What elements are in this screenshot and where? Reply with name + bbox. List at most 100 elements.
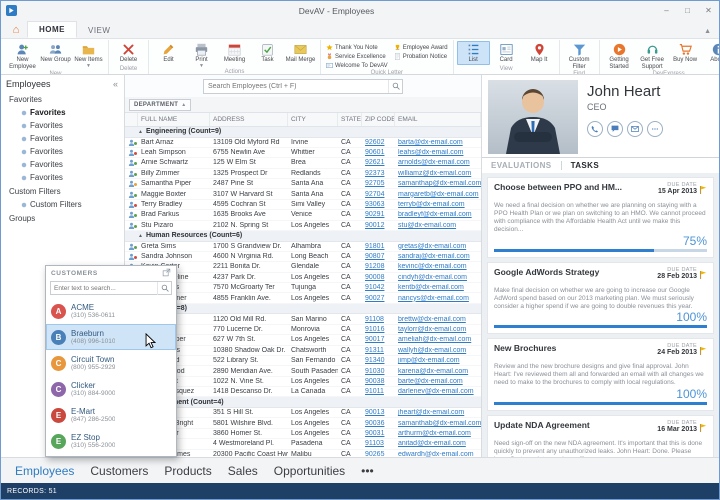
cell-zip-link[interactable]: 91103 xyxy=(362,440,395,447)
table-row[interactable]: Kent Brooks 7570 McGroarty Ter Tujunga C… xyxy=(125,283,481,293)
map-it-button[interactable]: Map It xyxy=(523,41,556,65)
maximize-button[interactable]: □ xyxy=(677,1,698,20)
tree-item[interactable]: Favorites xyxy=(1,132,124,145)
cell-zip-link[interactable]: 90008 xyxy=(362,274,395,281)
column-header-email[interactable]: EMAIL xyxy=(395,113,481,126)
tree-section-label[interactable]: Custom Filters xyxy=(1,184,124,198)
cell-email-link[interactable]: leahs@dx-email.com xyxy=(395,149,481,156)
table-row[interactable]: Bart Everett 1022 N. Vine St. Los Angele… xyxy=(125,377,481,387)
table-row[interactable]: Brad Farkus 1635 Brooks Ave Venice CA 90… xyxy=(125,210,481,220)
new-items-button[interactable]: New Items ▼ xyxy=(72,41,105,69)
meeting-button[interactable]: Meeting xyxy=(218,41,251,65)
delete-button[interactable]: Delete xyxy=(112,41,145,65)
about-button[interactable]: About xyxy=(702,41,719,65)
thank-you-note-item[interactable]: Thank You Note xyxy=(326,43,388,52)
task-card[interactable]: Update NDA Agreement DUE DATE 16 Mar 201… xyxy=(487,415,714,457)
cell-email-link[interactable]: gretas@dx-email.com xyxy=(395,243,481,250)
task-card[interactable]: Google AdWords Strategy DUE DATE 28 Feb … xyxy=(487,262,714,335)
minimize-button[interactable]: – xyxy=(656,1,677,20)
collapse-ribbon-icon[interactable]: ▲ xyxy=(696,28,719,38)
group-by-department-chip[interactable]: DEPARTMENT ▲ xyxy=(129,99,191,111)
more-button[interactable] xyxy=(647,121,663,137)
column-header-state[interactable]: STATE xyxy=(338,113,362,126)
cell-email-link[interactable]: wallyh@dx-email.com xyxy=(395,347,481,354)
group-row[interactable]: ▲ Management (Count=4) xyxy=(125,397,481,408)
cell-zip-link[interactable]: 91801 xyxy=(362,243,395,250)
new-employee-button[interactable]: New Employee xyxy=(6,41,39,71)
welcome-to-devav-item[interactable]: Welcome To DevAV xyxy=(326,61,388,70)
cell-zip-link[interactable]: 90265 xyxy=(362,451,395,457)
search-input[interactable] xyxy=(204,83,388,90)
view-card-button[interactable]: Card xyxy=(490,41,523,65)
cell-email-link[interactable]: cindyh@dx-email.com xyxy=(395,274,481,281)
cell-email-link[interactable]: taylorr@dx-email.com xyxy=(395,326,481,333)
new-group-button[interactable]: New Group xyxy=(39,41,72,65)
popout-icon[interactable] xyxy=(162,265,171,282)
cell-email-link[interactable]: kentb@dx-email.com xyxy=(395,284,481,291)
tab-view[interactable]: VIEW xyxy=(77,23,121,38)
cell-zip-link[interactable]: 90027 xyxy=(362,295,395,302)
task-button[interactable]: Task xyxy=(251,41,284,65)
cell-email-link[interactable]: kevinc@dx-email.com xyxy=(395,263,481,270)
cell-zip-link[interactable]: 90013 xyxy=(362,409,395,416)
group-row[interactable]: ▲ Engineering (Count=9) xyxy=(125,127,481,138)
table-row[interactable]: Greta Sims 1700 S Grandview Dr. Alhambra… xyxy=(125,242,481,252)
tree-section-label[interactable]: Favorites xyxy=(1,92,124,106)
table-row[interactable]: Stu Pizaro 2102 N. Spring St Los Angeles… xyxy=(125,221,481,231)
cell-email-link[interactable]: margaretb@dx-email.com xyxy=(395,191,481,198)
cell-email-link[interactable]: brettw@dx-email.com xyxy=(395,316,481,323)
cell-email-link[interactable]: stu@dx-email.com xyxy=(395,222,481,229)
cell-email-link[interactable]: anitad@dx-email.com xyxy=(395,440,481,447)
service-excellence-item[interactable]: Service Excellence xyxy=(326,52,388,61)
column-header-full-name[interactable]: FULL NAME xyxy=(138,113,210,126)
popup-search-input[interactable] xyxy=(51,285,157,292)
app-menu-button[interactable]: ⌂ xyxy=(5,23,27,38)
cell-zip-link[interactable]: 90017 xyxy=(362,336,395,343)
table-row[interactable]: Billy Zimmer 1325 Prospect Dr Redlands C… xyxy=(125,169,481,179)
cell-email-link[interactable]: ameliah@dx-email.com xyxy=(395,336,481,343)
cell-zip-link[interactable]: 92621 xyxy=(362,159,395,166)
table-row[interactable]: Cindy Haneline 4237 Park Dr. Los Angeles… xyxy=(125,273,481,283)
get-free-support-button[interactable]: Get Free Support xyxy=(636,41,669,71)
cell-email-link[interactable]: sandraj@dx-email.com xyxy=(395,253,481,260)
table-row[interactable]: John Heart 351 S Hill St. Los Angeles CA… xyxy=(125,408,481,418)
cell-zip-link[interactable]: 92704 xyxy=(362,191,395,198)
cell-email-link[interactable]: williamz@dx-email.com xyxy=(395,170,481,177)
search-button[interactable] xyxy=(388,80,402,93)
table-row[interactable]: Amelia Harper 627 W 7th St. Los Angeles … xyxy=(125,335,481,345)
custom-filter-button[interactable]: Custom Filter xyxy=(563,41,596,71)
tree-item[interactable]: Favorites xyxy=(1,171,124,184)
close-button[interactable]: ✕ xyxy=(698,1,719,20)
nav-item[interactable]: ••• xyxy=(353,464,382,478)
list-item[interactable]: C Clicker (310) 884-9000 xyxy=(46,376,176,402)
tree-section-label[interactable]: Groups xyxy=(1,211,124,225)
cell-email-link[interactable]: bradleyf@dx-email.com xyxy=(395,211,481,218)
buy-now-button[interactable]: Buy Now xyxy=(669,41,702,65)
cell-zip-link[interactable]: 91340 xyxy=(362,357,395,364)
table-row[interactable]: Anita Dunn 4 Westmoreland Pl. Pasadena C… xyxy=(125,439,481,449)
tree-item[interactable]: Favorites xyxy=(1,119,124,132)
list-item[interactable]: C Circuit Town (800) 955-2929 xyxy=(46,350,176,376)
cell-email-link[interactable]: darlenev@dx-email.com xyxy=(395,388,481,395)
email-button[interactable] xyxy=(627,121,643,137)
column-header-address[interactable]: ADDRESS xyxy=(210,113,288,126)
cell-zip-link[interactable]: 90036 xyxy=(362,420,395,427)
table-row[interactable]: Brett Wade 1120 Old Mill Rd. San Marino … xyxy=(125,314,481,324)
group-row[interactable]: ▲ Human Resources (Count=6) xyxy=(125,231,481,242)
cell-zip-link[interactable]: 91030 xyxy=(362,368,395,375)
table-row[interactable]: Bart Arnaz 13109 Old Myford Rd Irvine CA… xyxy=(125,138,481,148)
cell-email-link[interactable]: edwardh@dx-email.com xyxy=(395,451,481,457)
cell-zip-link[interactable]: 91011 xyxy=(362,388,395,395)
cell-zip-link[interactable]: 90031 xyxy=(362,430,395,437)
cell-email-link[interactable]: barte@dx-email.com xyxy=(395,378,481,385)
table-row[interactable]: Maggie Boxter 3107 W Harvard St Santa An… xyxy=(125,189,481,199)
cell-email-link[interactable]: karena@dx-email.com xyxy=(395,368,481,375)
list-item[interactable]: E EZ Stop (310) 556-2000 xyxy=(46,428,176,454)
table-row[interactable]: Wally Hobbs 10380 Shadow Oak Dr. Chatswo… xyxy=(125,346,481,356)
tree-item[interactable]: Custom Filters xyxy=(1,198,124,211)
cell-zip-link[interactable]: 90291 xyxy=(362,211,395,218)
list-item[interactable]: E E-Mart (847) 286-2500 xyxy=(46,402,176,428)
nav-item[interactable]: Products xyxy=(156,464,219,478)
mail-merge-button[interactable]: Mail Merge xyxy=(284,41,317,65)
cell-zip-link[interactable]: 92705 xyxy=(362,180,395,187)
